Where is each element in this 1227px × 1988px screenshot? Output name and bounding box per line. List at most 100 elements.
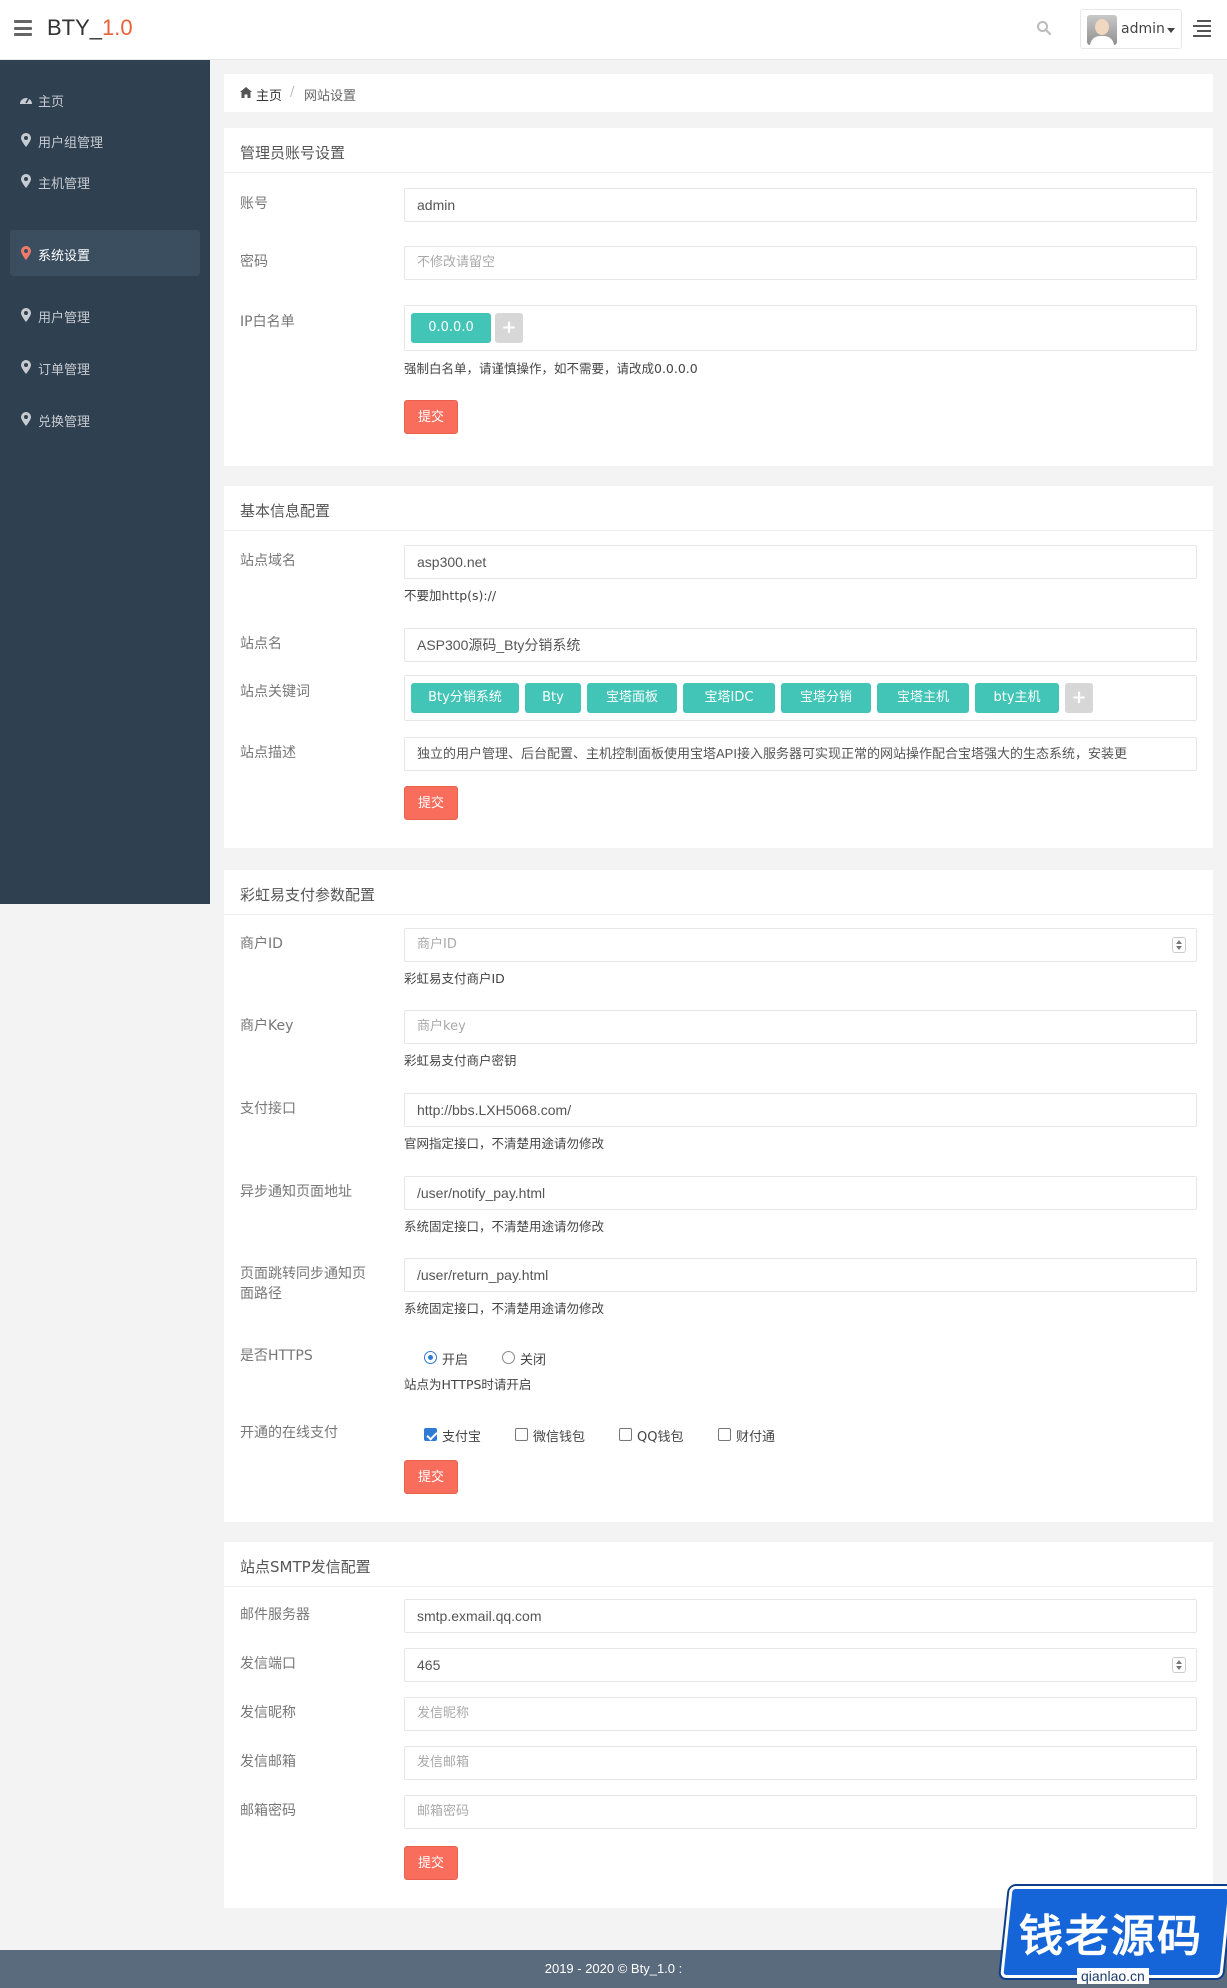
- return-url-label: 页面跳转同步通知页面路径: [240, 1266, 366, 1302]
- panel-title: 管理员账号设置: [240, 144, 346, 162]
- sidebar-item-label: 用户管理: [38, 311, 91, 326]
- map-marker-icon: [21, 308, 31, 322]
- admin-submit-button[interactable]: 提交: [404, 400, 458, 434]
- right-sidebar-toggle-icon[interactable]: [1193, 20, 1211, 37]
- site-keywords-tag-input[interactable]: Bty分销系统 Bty 宝塔面板 宝塔IDC 宝塔分销 宝塔主机 bty主机 +: [404, 675, 1197, 721]
- merchant-key-help: 彩虹易支付商户密钥: [404, 1053, 517, 1068]
- sidebar-item-home[interactable]: 主页: [10, 76, 200, 122]
- https-help: 站点为HTTPS时请开启: [404, 1377, 532, 1392]
- sidebar-item-label: 系统设置: [38, 249, 91, 264]
- keyword-tag[interactable]: 宝塔主机: [877, 683, 969, 713]
- basic-submit-button[interactable]: 提交: [404, 786, 458, 820]
- ip-tag[interactable]: 0.0.0.0: [411, 313, 491, 343]
- brand-name: BTY_: [47, 15, 103, 40]
- merchant-id-input[interactable]: 商户ID: [404, 928, 1197, 962]
- password-input[interactable]: 不修改请留空: [404, 246, 1197, 280]
- sidebar-item-hosts[interactable]: 主机管理: [10, 158, 200, 204]
- pay-api-input[interactable]: http://bbs.LXH5068.com/: [404, 1093, 1197, 1127]
- site-description-input[interactable]: 独立的用户管理、后台配置、主机控制面板使用宝塔API接入服务器可实现正常的网站操…: [404, 737, 1197, 771]
- top-navbar: BTY_1.0 admin: [0, 0, 1227, 60]
- sender-nick-input[interactable]: 发信昵称: [404, 1697, 1197, 1731]
- watermark-url: qianlao.cn: [1077, 1968, 1149, 1984]
- sidebar-item-redeem[interactable]: 兑换管理: [10, 396, 200, 442]
- account-label: 账号: [240, 196, 268, 212]
- keyword-tag[interactable]: 宝塔IDC: [683, 683, 775, 713]
- number-spinner-icon[interactable]: [1172, 937, 1186, 953]
- merchant-key-input[interactable]: 商户key: [404, 1010, 1197, 1044]
- return-url-input[interactable]: /user/return_pay.html: [404, 1258, 1197, 1292]
- notify-url-help: 系统固定接口，不清楚用途请勿修改: [404, 1219, 605, 1234]
- sidebar-item-users[interactable]: 用户管理: [10, 292, 200, 338]
- sidebar-item-settings[interactable]: 系统设置: [10, 230, 200, 276]
- site-domain-label: 站点域名: [240, 553, 296, 569]
- add-tag-button[interactable]: +: [495, 313, 523, 343]
- keyword-tag[interactable]: Bty分销系统: [411, 683, 519, 713]
- panel-title: 彩虹易支付参数配置: [240, 886, 376, 904]
- breadcrumb-separator: /: [290, 85, 295, 100]
- search-icon[interactable]: [1036, 20, 1052, 36]
- brand-version: 1.0: [102, 15, 133, 40]
- checkbox-icon: [424, 1428, 437, 1441]
- map-marker-icon: [21, 133, 31, 147]
- sidebar-item-label: 用户组管理: [38, 136, 104, 151]
- sidebar-item-label: 兑换管理: [38, 415, 91, 430]
- panel-divider: [224, 530, 1213, 531]
- sidebar-item-usergroups[interactable]: 用户组管理: [10, 117, 200, 163]
- payment-submit-button[interactable]: 提交: [404, 1460, 458, 1494]
- radio-icon: [502, 1351, 515, 1364]
- basic-info-panel: 基本信息配置 站点域名 asp300.net 不要加http(s):// 站点名…: [224, 486, 1213, 848]
- pay-api-help: 官网指定接口，不清楚用途请勿修改: [404, 1136, 605, 1151]
- number-spinner-icon[interactable]: [1172, 1657, 1186, 1673]
- smtp-server-input[interactable]: smtp.exmail.qq.com: [404, 1599, 1197, 1633]
- pay-methods-label: 开通的在线支付: [240, 1425, 338, 1441]
- ip-whitelist-tag-input[interactable]: 0.0.0.0 +: [404, 305, 1197, 351]
- merchant-id-label: 商户ID: [240, 936, 283, 952]
- keyword-tag[interactable]: 宝塔分销: [781, 683, 871, 713]
- sidebar-item-label: 主页: [38, 95, 65, 110]
- breadcrumb-home-link[interactable]: 主页: [256, 85, 282, 104]
- username: admin: [1121, 21, 1165, 37]
- keyword-tag[interactable]: Bty: [525, 683, 581, 713]
- keyword-tag[interactable]: 宝塔面板: [587, 683, 677, 713]
- sender-email-label: 发信邮箱: [240, 1754, 296, 1770]
- merchant-id-placeholder: 商户ID: [417, 937, 457, 952]
- notify-url-input[interactable]: /user/notify_pay.html: [404, 1176, 1197, 1210]
- payment-config-panel: 彩虹易支付参数配置 商户ID 商户ID 彩虹易支付商户ID 商户Key 商户ke…: [224, 870, 1213, 1522]
- https-label: 是否HTTPS: [240, 1348, 313, 1364]
- checkbox-label: 财付通: [736, 1430, 776, 1445]
- admin-account-panel: 管理员账号设置 账号 admin 密码 不修改请留空 IP白名单 0.0.0.0…: [224, 128, 1213, 466]
- smtp-config-panel: 站点SMTP发信配置 邮件服务器 smtp.exmail.qq.com 发信端口…: [224, 1542, 1213, 1908]
- email-password-label: 邮箱密码: [240, 1803, 296, 1819]
- checkbox-label: QQ钱包: [637, 1430, 684, 1445]
- site-name-input[interactable]: ASP300源码_Bty分销系统: [404, 628, 1197, 662]
- panel-title: 基本信息配置: [240, 502, 331, 520]
- panel-divider: [224, 1586, 1213, 1587]
- checkbox-label: 微信钱包: [533, 1430, 586, 1445]
- breadcrumb-current: 网站设置: [304, 89, 357, 104]
- checkbox-icon: [515, 1428, 528, 1441]
- brand-logo[interactable]: BTY_1.0: [47, 15, 133, 41]
- account-input[interactable]: admin: [404, 188, 1197, 222]
- return-url-help: 系统固定接口，不清楚用途请勿修改: [404, 1301, 605, 1316]
- site-domain-help: 不要加http(s)://: [404, 588, 497, 603]
- merchant-key-label: 商户Key: [240, 1018, 294, 1034]
- smtp-submit-button[interactable]: 提交: [404, 1846, 458, 1880]
- password-label: 密码: [240, 254, 268, 270]
- user-menu-dropdown[interactable]: admin: [1080, 9, 1182, 49]
- keyword-tag[interactable]: bty主机: [975, 683, 1059, 713]
- email-password-input[interactable]: 邮箱密码: [404, 1795, 1197, 1829]
- site-name-label: 站点名: [240, 636, 282, 652]
- ip-whitelist-label: IP白名单: [240, 314, 295, 330]
- sidebar-item-orders[interactable]: 订单管理: [10, 344, 200, 390]
- site-domain-input[interactable]: asp300.net: [404, 545, 1197, 579]
- avatar: [1087, 15, 1117, 45]
- ip-whitelist-help: 强制白名单，请谨慎操作，如不需要，请改成0.0.0.0: [404, 361, 698, 376]
- sidebar-item-label: 主机管理: [38, 177, 91, 192]
- add-tag-button[interactable]: +: [1065, 683, 1093, 713]
- panel-divider: [224, 914, 1213, 915]
- sender-email-input[interactable]: 发信邮箱: [404, 1746, 1197, 1780]
- menu-toggle-icon[interactable]: [14, 20, 32, 36]
- smtp-server-label: 邮件服务器: [240, 1607, 310, 1623]
- checkbox-icon: [619, 1428, 632, 1441]
- smtp-port-input[interactable]: 465: [404, 1648, 1197, 1682]
